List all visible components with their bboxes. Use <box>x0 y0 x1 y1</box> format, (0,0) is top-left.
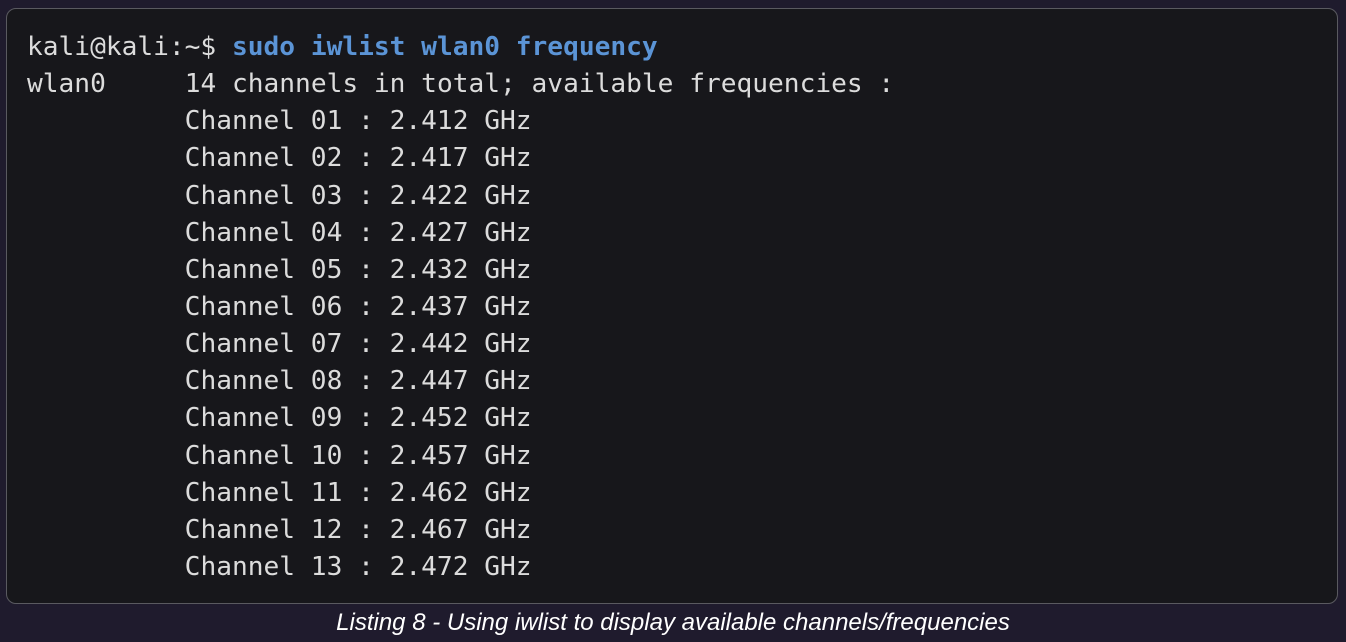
channel-summary: 14 channels in total; available frequenc… <box>184 69 895 100</box>
channel-entry: Channel 07 : 2.442 GHz <box>184 329 532 360</box>
channel-line: Channel 03 : 2.422 GHz <box>27 178 894 215</box>
channel-entry: Channel 03 : 2.422 GHz <box>184 180 532 211</box>
interface-name: wlan0 <box>27 69 106 100</box>
shell-prompt: kali@kali:~$ <box>27 32 217 62</box>
channel-entry: Channel 04 : 2.427 GHz <box>184 217 532 248</box>
terminal-listing: kali@kali:~$ sudo iwlist wlan0 frequency… <box>6 8 1338 604</box>
channel-entry: Channel 10 : 2.457 GHz <box>184 440 532 471</box>
listing-caption: Listing 8 - Using iwlist to display avai… <box>336 609 1010 636</box>
channel-line: Channel 01 : 2.412 GHz <box>27 103 894 140</box>
channel-entry: Channel 13 : 2.472 GHz <box>184 551 532 582</box>
channel-line: Channel 09 : 2.452 GHz <box>27 400 894 437</box>
channel-entry: Channel 12 : 2.467 GHz <box>184 514 532 545</box>
page: kali@kali:~$ sudo iwlist wlan0 frequency… <box>0 0 1346 642</box>
command-text: sudo iwlist wlan0 frequency <box>231 32 658 62</box>
channel-line: Channel 07 : 2.442 GHz <box>27 326 894 363</box>
channel-line: Channel 08 : 2.447 GHz <box>27 363 894 400</box>
channel-entry: Channel 09 : 2.452 GHz <box>184 403 532 434</box>
channel-line: Channel 05 : 2.432 GHz <box>27 252 894 289</box>
channel-line: Channel 10 : 2.457 GHz <box>27 438 894 475</box>
terminal-output: kali@kali:~$ sudo iwlist wlan0 frequency… <box>27 29 894 586</box>
channel-line: Channel 02 : 2.417 GHz <box>27 140 894 177</box>
channel-entry: Channel 01 : 2.412 GHz <box>184 106 532 137</box>
channel-entry: Channel 06 : 2.437 GHz <box>184 291 532 322</box>
output-header-line: wlan0 14 channels in total; available fr… <box>27 66 894 103</box>
command-line: kali@kali:~$ sudo iwlist wlan0 frequency <box>27 29 894 66</box>
channel-entry: Channel 08 : 2.447 GHz <box>184 366 532 397</box>
channel-line: Channel 06 : 2.437 GHz <box>27 289 894 326</box>
channel-entry: Channel 11 : 2.462 GHz <box>184 477 532 508</box>
channel-line: Channel 04 : 2.427 GHz <box>27 215 894 252</box>
channel-line: Channel 12 : 2.467 GHz <box>27 512 894 549</box>
channel-line: Channel 11 : 2.462 GHz <box>27 475 894 512</box>
channel-line: Channel 13 : 2.472 GHz <box>27 549 894 586</box>
channel-entry: Channel 02 : 2.417 GHz <box>184 143 532 174</box>
channel-entry: Channel 05 : 2.432 GHz <box>184 254 532 285</box>
